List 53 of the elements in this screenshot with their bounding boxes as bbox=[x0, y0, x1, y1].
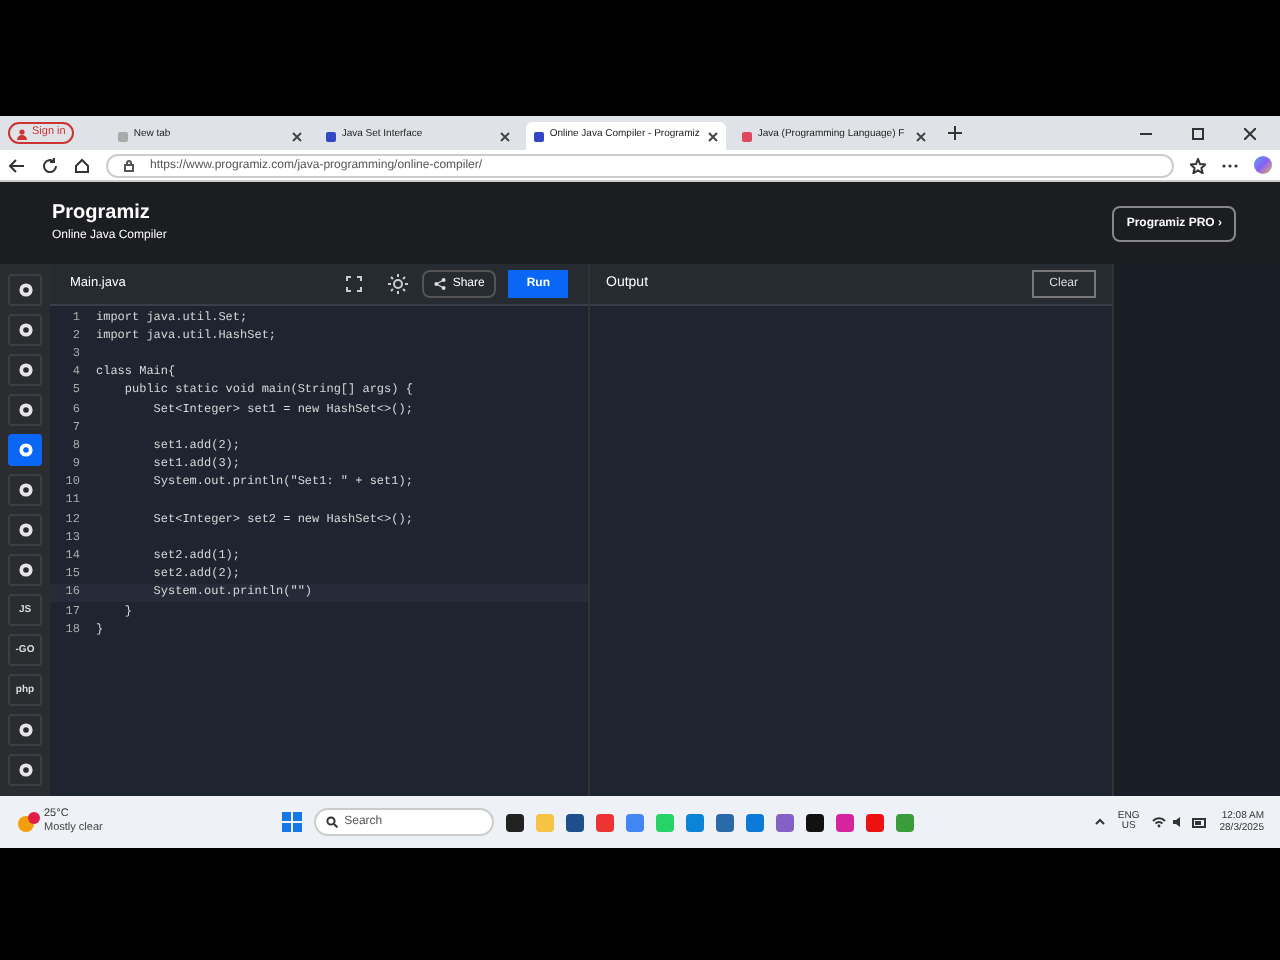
language-logo-icon bbox=[17, 762, 33, 778]
lock-icon bbox=[124, 159, 134, 171]
language-logo-icon bbox=[17, 362, 33, 378]
language-button[interactable] bbox=[8, 474, 42, 506]
language-button[interactable] bbox=[8, 434, 42, 466]
close-icon[interactable] bbox=[707, 131, 718, 141]
language-logo-icon bbox=[17, 442, 33, 458]
wifi-icon[interactable] bbox=[1151, 816, 1166, 828]
language-logo-icon bbox=[17, 562, 33, 578]
share-icon bbox=[434, 278, 447, 290]
language-logo-icon bbox=[17, 282, 33, 298]
language-button[interactable] bbox=[8, 354, 42, 386]
language-button[interactable] bbox=[8, 314, 42, 346]
close-icon[interactable] bbox=[499, 131, 510, 141]
home-icon[interactable] bbox=[74, 157, 90, 173]
tab-favicon-icon bbox=[117, 131, 128, 141]
tab-favicon-icon bbox=[325, 131, 336, 141]
tab-favicon-icon bbox=[533, 131, 544, 141]
close-icon[interactable] bbox=[1244, 127, 1256, 139]
start-icon[interactable] bbox=[282, 812, 303, 832]
star-icon[interactable] bbox=[1190, 157, 1206, 173]
maximize-icon[interactable] bbox=[1192, 127, 1204, 139]
language-button[interactable] bbox=[8, 394, 42, 426]
language-button[interactable] bbox=[8, 714, 42, 746]
app-icon[interactable] bbox=[596, 813, 615, 831]
weather-icon bbox=[16, 812, 40, 832]
tab-favicon-icon bbox=[741, 131, 752, 141]
battery-icon[interactable] bbox=[1191, 817, 1208, 827]
close-icon[interactable] bbox=[915, 131, 926, 141]
refresh-icon[interactable] bbox=[42, 157, 58, 173]
new-tab-icon[interactable] bbox=[947, 126, 962, 140]
search-icon bbox=[326, 816, 339, 828]
app-icon[interactable] bbox=[896, 813, 915, 831]
person-icon bbox=[16, 127, 28, 139]
back-icon[interactable] bbox=[8, 157, 26, 173]
language-button[interactable] bbox=[8, 754, 42, 786]
language-button[interactable] bbox=[8, 554, 42, 586]
fullscreen-icon[interactable] bbox=[346, 276, 363, 292]
speaker-icon[interactable] bbox=[1171, 816, 1186, 828]
language-logo-icon bbox=[17, 402, 33, 418]
language-logo-icon bbox=[17, 322, 33, 338]
sun-icon[interactable] bbox=[386, 272, 411, 296]
close-icon[interactable] bbox=[291, 131, 302, 141]
language-logo-icon bbox=[17, 522, 33, 538]
language-logo-icon bbox=[17, 722, 33, 738]
menu-icon[interactable] bbox=[1222, 161, 1238, 169]
language-logo-icon bbox=[17, 482, 33, 498]
minimize-icon[interactable] bbox=[1140, 127, 1152, 139]
app-icon[interactable] bbox=[716, 813, 735, 831]
language-button[interactable] bbox=[8, 274, 42, 306]
language-button[interactable] bbox=[8, 514, 42, 546]
chevron-up-icon[interactable] bbox=[1093, 818, 1106, 826]
logo[interactable]: Programiz bbox=[52, 204, 167, 224]
